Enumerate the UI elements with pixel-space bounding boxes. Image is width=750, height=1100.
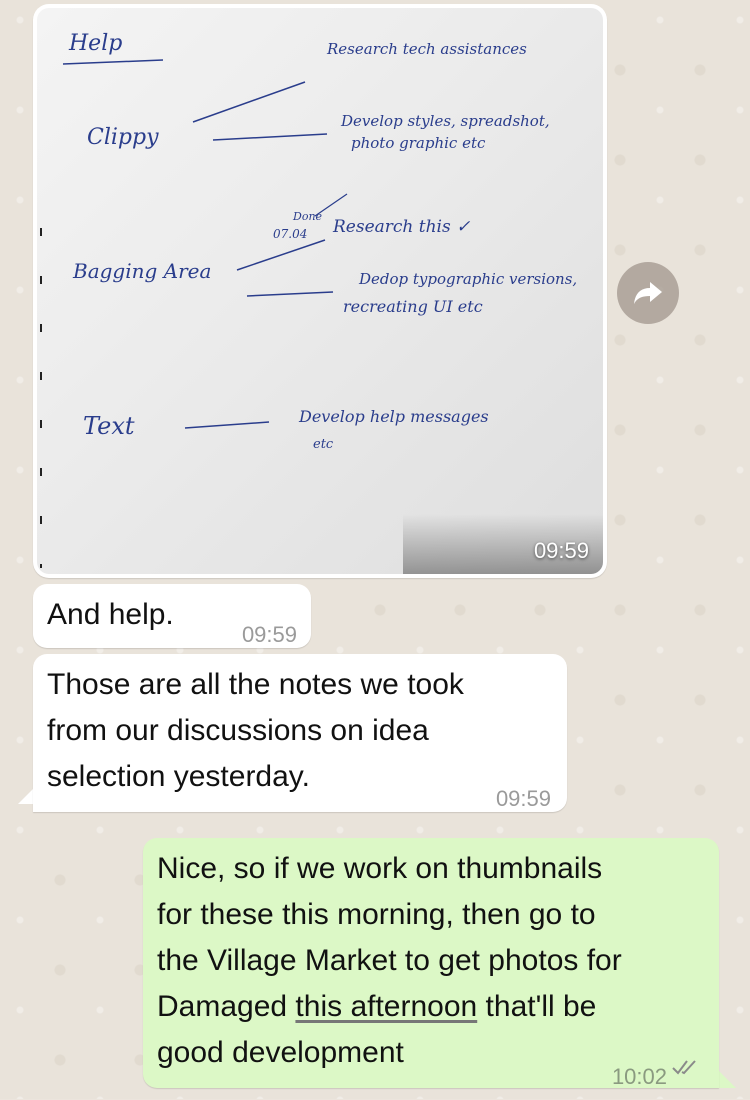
note-text: photo graphic etc xyxy=(351,134,486,152)
double-check-icon xyxy=(672,1060,696,1075)
message-text-line: good development xyxy=(157,1036,404,1069)
message-text-line: the Village Market to get photos for xyxy=(157,944,622,977)
message-timestamp: 09:59 xyxy=(241,622,297,647)
note-text: Done xyxy=(292,210,323,223)
note-text: Dedop typographic versions, xyxy=(358,270,577,288)
date-link[interactable]: this afternoon xyxy=(295,990,477,1023)
note-text: recreating UI etc xyxy=(343,297,483,316)
incoming-message-bubble[interactable]: And help. 09:59 xyxy=(33,584,311,648)
incoming-message-bubble[interactable]: Those are all the notes we took from our… xyxy=(33,654,567,812)
note-text: Research tech assistances xyxy=(326,40,527,58)
message-text: And help. xyxy=(47,598,174,631)
message-text: that'll be xyxy=(477,990,597,1023)
outgoing-message-bubble[interactable]: Nice, so if we work on thumbnails for th… xyxy=(143,838,719,1089)
forward-arrow-icon xyxy=(634,282,662,304)
message-timestamp: 10:02 xyxy=(611,1064,667,1089)
message-text-line: Those are all the notes we took xyxy=(47,668,464,701)
note-text: Research this ✓ xyxy=(332,217,470,237)
note-text: 07.04 xyxy=(273,227,307,241)
message-text-line: selection yesterday. xyxy=(47,760,310,793)
forward-button[interactable] xyxy=(617,262,679,324)
message-text: Damaged xyxy=(157,990,296,1023)
message-text-line: from our discussions on idea xyxy=(47,714,429,747)
whiteboard-notes-drawing: Help Research tech assistances Clippy De… xyxy=(40,31,577,568)
note-text: Develop help messages xyxy=(298,407,489,426)
message-timestamp: 09:59 xyxy=(533,538,589,563)
message-timestamp: 09:59 xyxy=(495,786,551,811)
whiteboard-photo[interactable]: Help Research tech assistances Clippy De… xyxy=(37,8,603,574)
message-text-line: for these this morning, then go to xyxy=(157,898,596,931)
bubble-tail xyxy=(718,1070,736,1088)
image-message-bubble[interactable]: Help Research tech assistances Clippy De… xyxy=(33,4,607,578)
note-text: Develop styles, spreadshot, xyxy=(340,112,550,130)
note-title: Help xyxy=(68,31,122,56)
message-text-line: Nice, so if we work on thumbnails xyxy=(157,852,603,885)
note-label: Clippy xyxy=(87,125,159,150)
message-text-line: Damaged this afternoon that'll be xyxy=(157,984,622,1030)
note-label: Bagging Area xyxy=(72,259,211,283)
note-label: Text xyxy=(83,412,135,440)
note-text: etc xyxy=(313,437,334,452)
